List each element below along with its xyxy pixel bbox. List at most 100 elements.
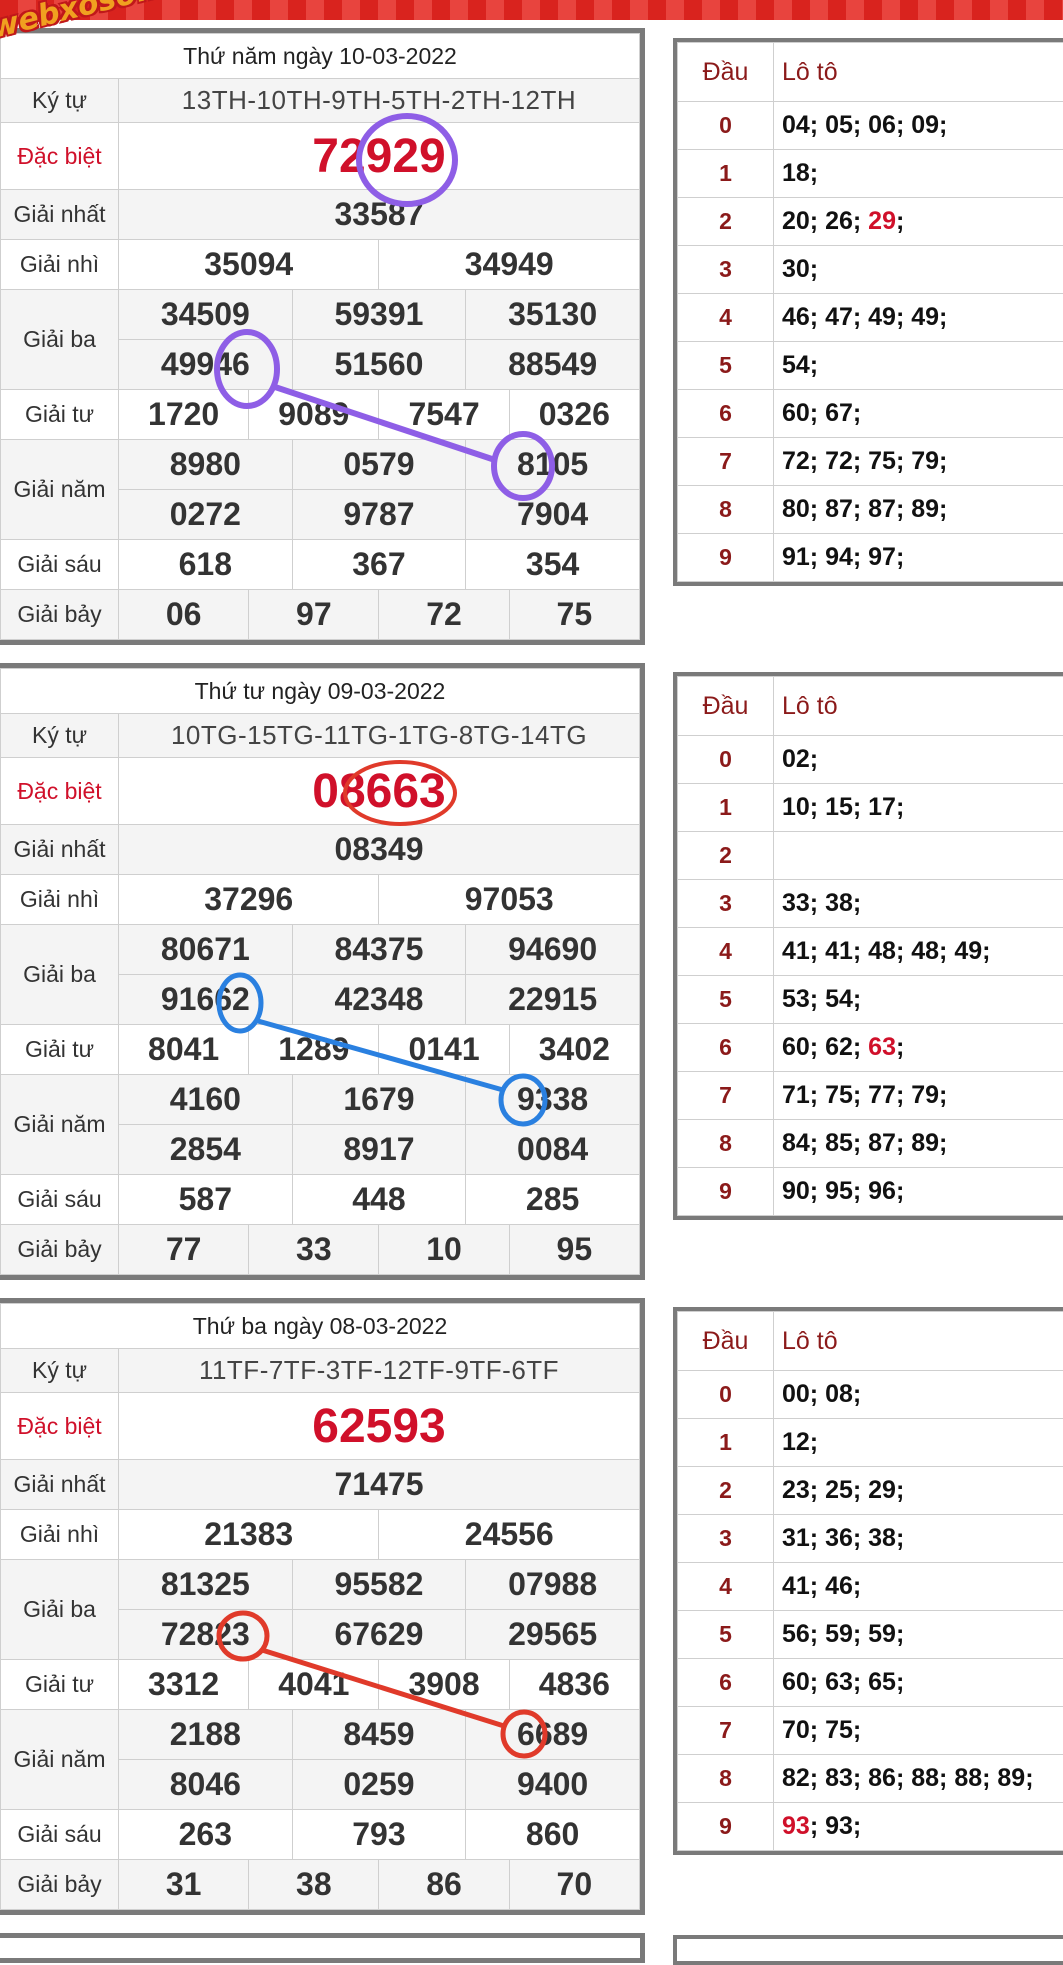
- prize-label: Giải ba: [1, 925, 119, 1025]
- loto-values: 18;: [774, 150, 1063, 198]
- loto-numbers: 30;: [782, 255, 818, 283]
- seventh-prize: 95: [509, 1225, 639, 1275]
- loto-table: ĐầuLô tô0 04; 05; 06; 09;1 18;2 20; 26; …: [673, 38, 1063, 586]
- loto-row: 9 91; 94; 97;: [678, 534, 1063, 582]
- prize-label: Giải bảy: [1, 1225, 119, 1275]
- dau-digit: 1: [678, 1419, 774, 1467]
- dau-digit: 0: [678, 102, 774, 150]
- fourth-prize: 7547: [379, 390, 509, 440]
- loto-row: 2 20; 26; 29;: [678, 198, 1063, 246]
- third-prize: 94690: [466, 925, 640, 975]
- dau-digit: 2: [678, 1467, 774, 1515]
- loto-row: 7 72; 72; 75; 79;: [678, 438, 1063, 486]
- second-prize: 97053: [379, 875, 640, 925]
- sixth-prize: 448: [292, 1175, 466, 1225]
- loto-highlight: 29: [868, 207, 896, 235]
- prize-label: Giải tư: [1, 1660, 119, 1710]
- loto-numbers: 23; 25; 29;: [782, 1476, 904, 1504]
- third-prize: 35130: [466, 290, 640, 340]
- loto-row: 1 10; 15; 17;: [678, 784, 1063, 832]
- prize-label: Giải nhì: [1, 240, 119, 290]
- loto-values: 10; 15; 17;: [774, 784, 1063, 832]
- prize-label: Giải sáu: [1, 1810, 119, 1860]
- third-prize: 07988: [466, 1560, 640, 1610]
- loto-row: 0 04; 05; 06; 09;: [678, 102, 1063, 150]
- prize-label: Đặc biệt: [1, 758, 119, 825]
- loto-row: 2: [678, 832, 1063, 880]
- prize-label: Giải tư: [1, 1025, 119, 1075]
- dau-digit: 0: [678, 736, 774, 784]
- third-prize: 22915: [466, 975, 640, 1025]
- prize-label: Giải tư: [1, 390, 119, 440]
- draw-date-title: Thứ tư ngày 09-03-2022: [1, 669, 640, 714]
- loto-values: 84; 85; 87; 89;: [774, 1120, 1063, 1168]
- loto-highlight: 93: [782, 1812, 810, 1840]
- dau-digit: 7: [678, 438, 774, 486]
- prize-label: Giải sáu: [1, 1175, 119, 1225]
- seventh-prize: 86: [379, 1860, 509, 1910]
- loto-numbers: 53; 54;: [782, 985, 861, 1013]
- seventh-prize: 97: [249, 590, 379, 640]
- third-prize: 81325: [119, 1560, 293, 1610]
- sixth-prize: 367: [292, 540, 466, 590]
- special-prize: 08663: [119, 758, 640, 825]
- loto-numbers: 82; 83; 86; 88; 88; 89;: [782, 1764, 1034, 1792]
- fifth-prize: 2854: [119, 1125, 293, 1175]
- result-table: Thứ ba ngày 08-03-2022 Ký tự11TF-7TF-3TF…: [0, 1298, 645, 1915]
- loto-values: 20; 26; 29;: [774, 198, 1063, 246]
- loto-numbers: 04; 05; 06; 09;: [782, 111, 947, 139]
- prize-label: Ký tự: [1, 714, 119, 758]
- fourth-prize: 8041: [119, 1025, 249, 1075]
- prize-label: Giải bảy: [1, 590, 119, 640]
- fourth-prize: 0141: [379, 1025, 509, 1075]
- fourth-prize: 4836: [509, 1660, 639, 1710]
- loto-values: 00; 08;: [774, 1371, 1063, 1419]
- loto-row: 8 84; 85; 87; 89;: [678, 1120, 1063, 1168]
- loto-numbers: 41; 46;: [782, 1572, 861, 1600]
- third-prize: 91662: [119, 975, 293, 1025]
- sixth-prize: 860: [466, 1810, 640, 1860]
- second-prize: 34949: [379, 240, 640, 290]
- loto-values: 90; 95; 96;: [774, 1168, 1063, 1216]
- dau-digit: 2: [678, 832, 774, 880]
- loto-numbers: 72; 72; 75; 79;: [782, 447, 947, 475]
- fifth-prize: 7904: [466, 490, 640, 540]
- loto-row: 2 23; 25; 29;: [678, 1467, 1063, 1515]
- seventh-prize: 77: [119, 1225, 249, 1275]
- fifth-prize: 8917: [292, 1125, 466, 1175]
- loto-row: 4 46; 47; 49; 49;: [678, 294, 1063, 342]
- sixth-prize: 793: [292, 1810, 466, 1860]
- loto-row: 9 90; 95; 96;: [678, 1168, 1063, 1216]
- third-prize: 34509: [119, 290, 293, 340]
- loto-numbers: 91; 94; 97;: [782, 543, 904, 571]
- prize-label: Giải ba: [1, 1560, 119, 1660]
- loto-values: 46; 47; 49; 49;: [774, 294, 1063, 342]
- loto-values: 93; 93;: [774, 1803, 1063, 1851]
- dau-header: Đầu: [678, 677, 774, 736]
- dau-digit: 8: [678, 1120, 774, 1168]
- loto-values: 31; 36; 38;: [774, 1515, 1063, 1563]
- loto-numbers: ;: [896, 207, 904, 235]
- ky-tu-code: 10TG-15TG-11TG-1TG-8TG-14TG: [119, 714, 640, 758]
- dau-digit: 9: [678, 1803, 774, 1851]
- loto-numbers: 18;: [782, 159, 818, 187]
- loto-table: ĐầuLô tô0 00; 08;1 12;2 23; 25; 29;3 31;…: [673, 1307, 1063, 1855]
- loto-table: ĐầuLô tô0 02;1 10; 15; 17;2 3 33; 38;4 4…: [673, 672, 1063, 1220]
- prize-label: Giải nhì: [1, 875, 119, 925]
- loto-row: 5 54;: [678, 342, 1063, 390]
- prize-label: Ký tự: [1, 1349, 119, 1393]
- dau-digit: 3: [678, 246, 774, 294]
- loto-values: 12;: [774, 1419, 1063, 1467]
- loto-values: 41; 46;: [774, 1563, 1063, 1611]
- seventh-prize: 38: [249, 1860, 379, 1910]
- third-prize: 49946: [119, 340, 293, 390]
- fifth-prize: 8980: [119, 440, 293, 490]
- special-prize: 72929: [119, 123, 640, 190]
- fifth-prize: 0272: [119, 490, 293, 540]
- fourth-prize: 3908: [379, 1660, 509, 1710]
- loto-numbers: 02;: [782, 745, 818, 773]
- dau-digit: 5: [678, 342, 774, 390]
- loto-numbers: 41; 41; 48; 48; 49;: [782, 937, 990, 965]
- third-prize: 95582: [292, 1560, 466, 1610]
- loto-row: 6 60; 62; 63;: [678, 1024, 1063, 1072]
